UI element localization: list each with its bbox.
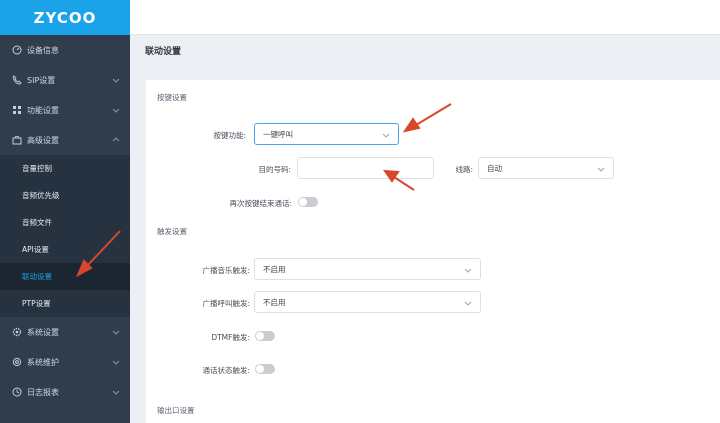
sidebar-subitem-label: API设置 [22, 245, 49, 254]
line-select[interactable]: 自动 [478, 157, 614, 179]
sidebar-subitem-label: 联动设置 [22, 272, 52, 281]
grid-icon [12, 105, 22, 115]
gear-icon [12, 327, 22, 337]
section-title-trigger: 触发设置 [157, 227, 187, 236]
sidebar-item-advanced[interactable]: 高级设置 [0, 125, 130, 155]
sidebar-subitem-label: PTP设置 [22, 299, 51, 308]
sidebar-subitem-linkage[interactable]: 联动设置 [0, 263, 130, 290]
key-function-value: 一键呼叫 [263, 129, 293, 139]
gauge-icon [12, 45, 22, 55]
sidebar-subitem-label: 音频优先级 [22, 191, 60, 200]
phone-icon [12, 75, 22, 85]
page-title: 联动设置 [145, 47, 182, 57]
chevron-down-icon [112, 358, 120, 366]
sidebar-item-label: 日志报表 [27, 387, 59, 397]
wrench-icon [12, 357, 22, 367]
sidebar-item-label: 设备信息 [27, 45, 59, 55]
sidebar-item-system-settings[interactable]: 系统设置 [0, 317, 130, 347]
key-function-label: 按键功能: [213, 131, 246, 140]
call-status-trigger-toggle[interactable] [255, 364, 275, 374]
chevron-down-icon [112, 328, 120, 336]
chevron-down-icon [382, 131, 390, 139]
sidebar-item-logs[interactable]: 日志报表 [0, 377, 130, 407]
clock-icon [12, 387, 22, 397]
sidebar-subitem-audio-files[interactable]: 音频文件 [0, 209, 130, 236]
sidebar-item-label: 系统设置 [27, 327, 59, 337]
sidebar-item-label: 高级设置 [27, 135, 59, 145]
sidebar: ZYCOO 设备信息 SIP设置 功能设置 高级设置 音量控制 音频优先级 音频… [0, 0, 130, 423]
page-header: 联动设置 [130, 35, 720, 63]
end-call-toggle[interactable] [298, 197, 318, 207]
sidebar-item-function[interactable]: 功能设置 [0, 95, 130, 125]
chevron-down-icon [112, 388, 120, 396]
sidebar-item-maintenance[interactable]: 系统维护 [0, 347, 130, 377]
section-title-output: 输出口设置 [157, 406, 195, 415]
call-status-trigger-label: 通话状态触发: [202, 366, 250, 375]
line-value: 自动 [487, 163, 502, 173]
call-trigger-value: 不启用 [263, 297, 286, 307]
sidebar-subitem-label: 音量控制 [22, 164, 52, 173]
sidebar-subitem-api[interactable]: API设置 [0, 236, 130, 263]
chevron-down-icon [597, 165, 605, 173]
chevron-down-icon [112, 106, 120, 114]
call-trigger-label: 广播呼叫触发: [202, 299, 250, 308]
briefcase-icon [12, 135, 22, 145]
target-number-label: 目的号码: [258, 165, 291, 174]
sidebar-item-sip[interactable]: SIP设置 [0, 65, 130, 95]
dtmf-trigger-label: DTMF触发: [211, 333, 250, 342]
chevron-down-icon [464, 299, 472, 307]
music-trigger-select[interactable]: 不启用 [254, 258, 481, 280]
chevron-down-icon [112, 76, 120, 84]
advanced-submenu: 音量控制 音频优先级 音频文件 API设置 联动设置 PTP设置 [0, 155, 130, 317]
line-label: 线路: [455, 165, 473, 174]
chevron-down-icon [464, 266, 472, 274]
dtmf-trigger-toggle[interactable] [255, 331, 275, 341]
end-call-label: 再次按键结束通话: [229, 199, 292, 208]
section-title-key: 按键设置 [157, 93, 187, 102]
sidebar-subitem-audio-priority[interactable]: 音频优先级 [0, 182, 130, 209]
music-trigger-label: 广播音乐触发: [202, 266, 250, 275]
key-function-select[interactable]: 一键呼叫 [254, 123, 399, 145]
music-trigger-value: 不启用 [263, 264, 286, 274]
sidebar-subitem-volume[interactable]: 音量控制 [0, 155, 130, 182]
sidebar-item-label: 系统维护 [27, 357, 59, 367]
sidebar-item-label: SIP设置 [27, 75, 56, 85]
sidebar-subitem-ptp[interactable]: PTP设置 [0, 290, 130, 317]
sidebar-subitem-label: 音频文件 [22, 218, 52, 227]
sidebar-item-device-info[interactable]: 设备信息 [0, 35, 130, 65]
content-card: 按键设置 按键功能: 一键呼叫 目的号码: 线路: 自动 再次按键结束通话: 触… [146, 80, 720, 423]
target-number-input[interactable] [297, 157, 434, 179]
logo: ZYCOO [33, 8, 97, 27]
sidebar-item-label: 功能设置 [27, 105, 59, 115]
logo-bar: ZYCOO [0, 0, 130, 35]
top-bar [130, 0, 720, 35]
call-trigger-select[interactable]: 不启用 [254, 291, 481, 313]
chevron-up-icon [112, 136, 120, 144]
